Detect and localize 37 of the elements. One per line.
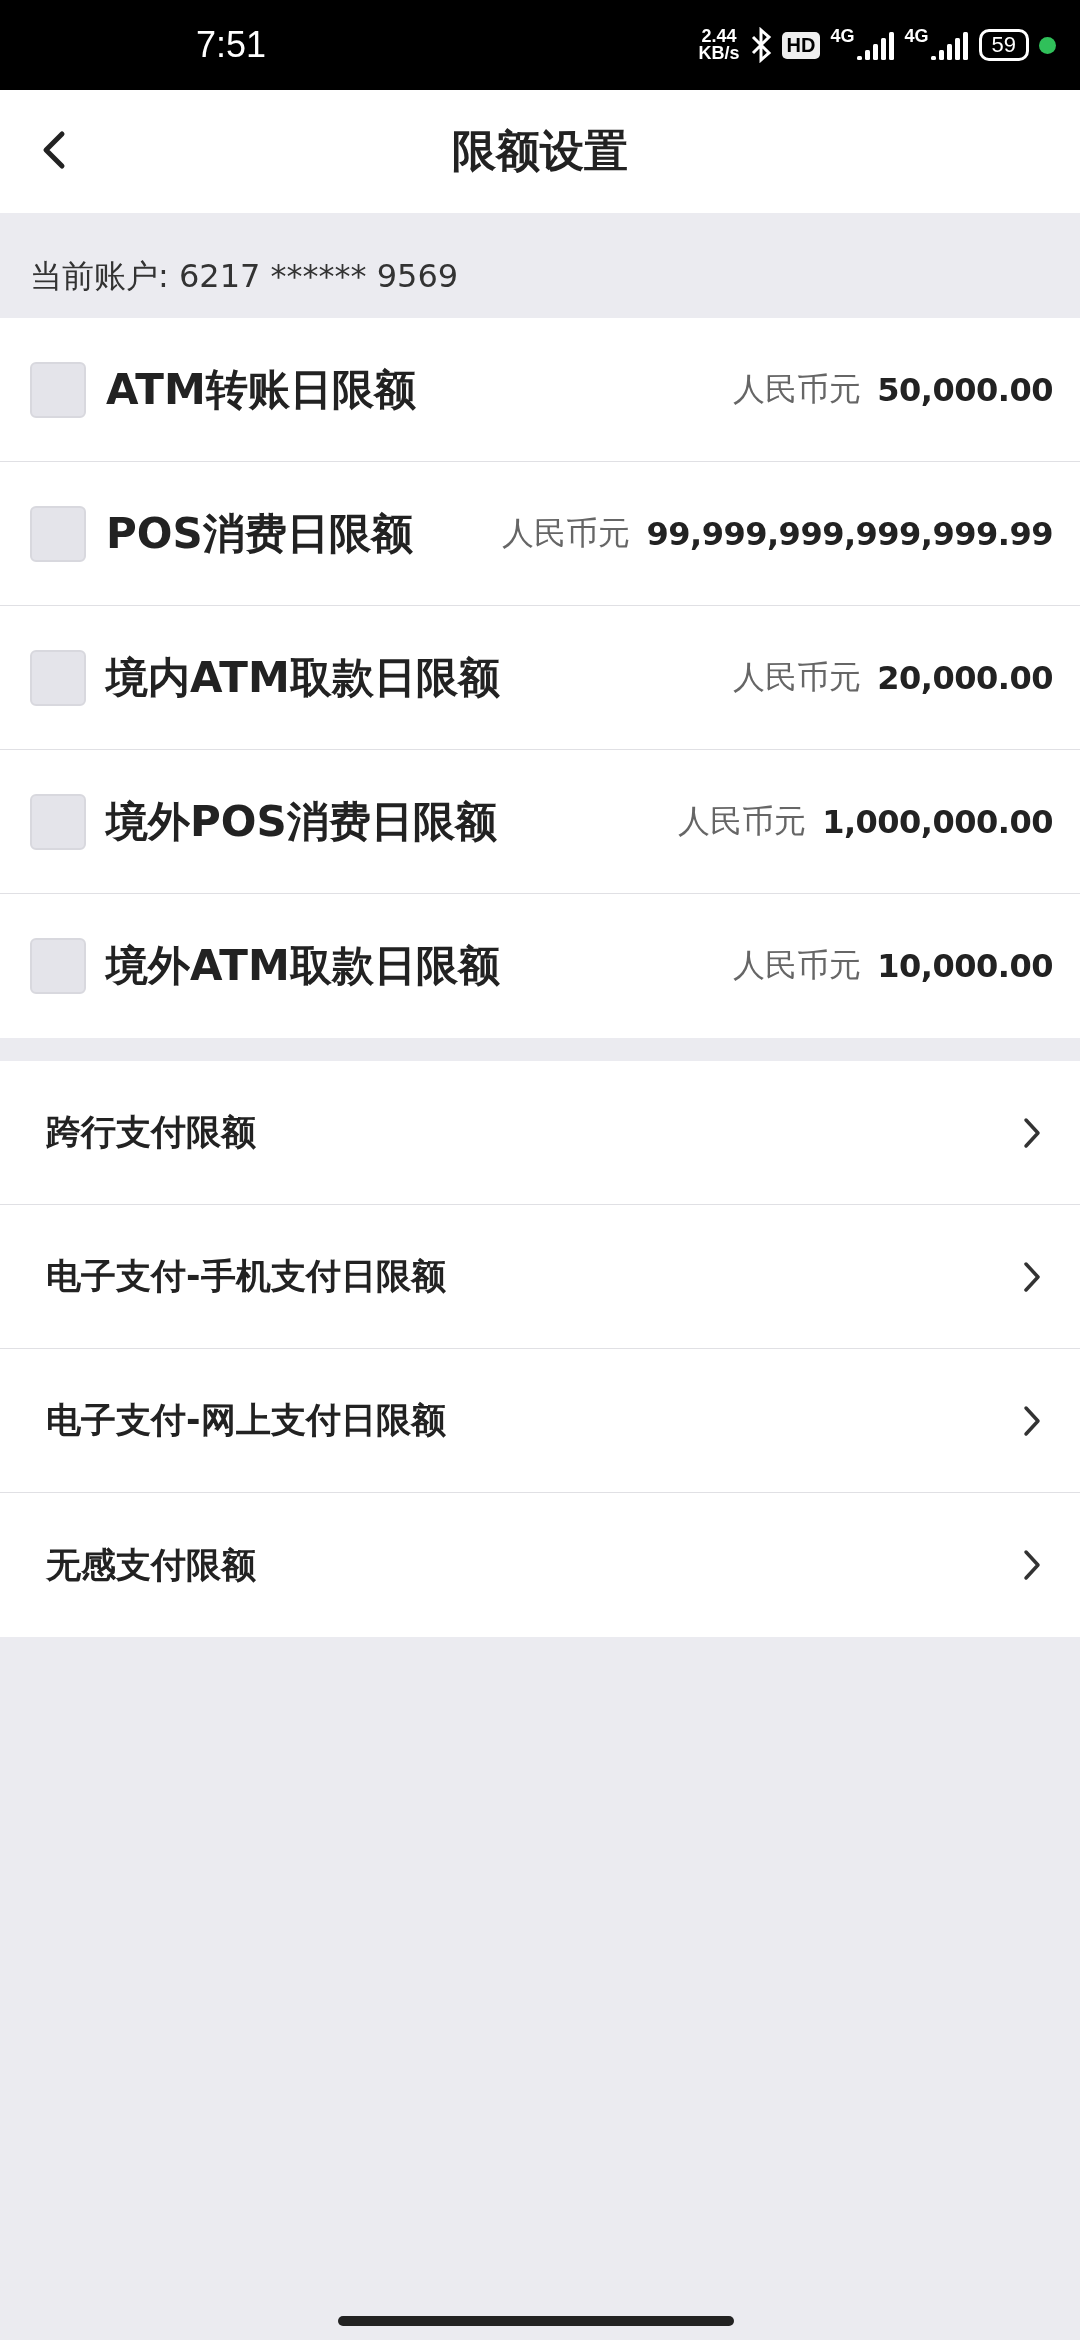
currency-label: 人民币元	[733, 656, 862, 698]
hd-badge: HD	[781, 31, 821, 59]
checkbox[interactable]	[30, 938, 86, 994]
menu-item[interactable]: 无感支付限额	[0, 1493, 1080, 1637]
limit-name: 境外POS消费日限额	[106, 795, 497, 848]
battery-indicator: 59	[978, 29, 1029, 61]
checkbox[interactable]	[30, 649, 86, 706]
signal-icon	[856, 30, 895, 60]
clock: 7:51	[196, 24, 267, 66]
home-indicator[interactable]	[338, 2316, 734, 2326]
checkbox[interactable]	[30, 361, 86, 418]
limit-amount: 50,000.00	[877, 370, 1053, 409]
network-type: 4G	[904, 25, 929, 47]
limit-amount: 10,000.00	[877, 947, 1053, 985]
menu-item[interactable]: 电子支付-手机支付日限额	[0, 1205, 1080, 1349]
limit-amount: 99,999,999,999,999.99	[646, 514, 1053, 553]
network-speed: 2.44 KB/s	[698, 28, 740, 62]
menu-item[interactable]: 电子支付-网上支付日限额	[0, 1349, 1080, 1493]
limit-amount: 1,000,000.00	[822, 802, 1053, 841]
limit-name: POS消费日限额	[106, 507, 413, 560]
limit-name: ATM转账日限额	[106, 363, 416, 416]
network-type: 4G	[830, 25, 855, 47]
limit-name: 境内ATM取款日限额	[106, 651, 500, 704]
currency-label: 人民币元	[733, 945, 862, 986]
currency-label: 人民币元	[733, 368, 862, 410]
menu-item[interactable]: 跨行支付限额	[0, 1061, 1080, 1205]
currency-label: 人民币元	[502, 512, 631, 554]
bluetooth-icon	[749, 27, 772, 63]
checkbox[interactable]	[30, 505, 86, 562]
currency-label: 人民币元	[678, 800, 807, 842]
checkbox[interactable]	[30, 793, 86, 850]
page-title: 限额设置	[452, 124, 628, 178]
signal-icon	[930, 30, 969, 60]
limit-name: 境外ATM取款日限额	[106, 940, 500, 992]
limit-amount: 20,000.00	[877, 658, 1053, 697]
account-number: 当前账户: 6217 ****** 9569	[29, 255, 460, 297]
privacy-dot-icon	[1039, 36, 1056, 54]
